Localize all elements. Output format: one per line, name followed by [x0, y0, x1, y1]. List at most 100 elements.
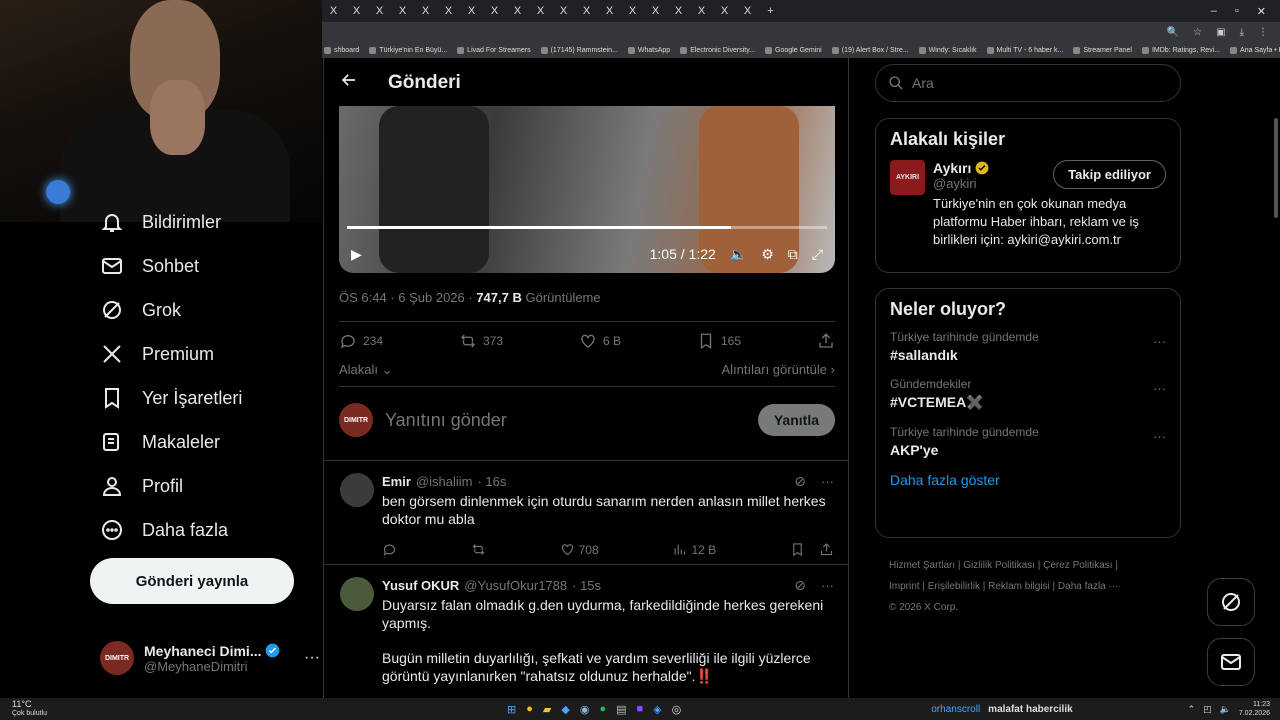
- app-icon[interactable]: ▤: [616, 703, 626, 716]
- following-button[interactable]: Takip ediliyor: [1053, 160, 1166, 189]
- reply-button[interactable]: 234: [339, 332, 383, 350]
- more-icon[interactable]: ···: [821, 474, 834, 489]
- bookmark-item[interactable]: (17145) Rammstein...: [540, 46, 618, 54]
- user-handle[interactable]: @aykiri: [933, 176, 989, 191]
- more-icon[interactable]: ···: [1153, 429, 1166, 444]
- related-dropdown[interactable]: Alakalı ⌄: [339, 362, 393, 378]
- reply-input[interactable]: Yanıtını gönder: [385, 410, 746, 431]
- menu-icon[interactable]: ⋮: [1258, 27, 1268, 38]
- window-control-button[interactable]: –: [1211, 5, 1217, 18]
- browser-tab[interactable]: X: [552, 5, 575, 17]
- app-icon[interactable]: ◈: [653, 703, 661, 716]
- sidebar-item-sohbet[interactable]: Sohbet: [90, 244, 320, 288]
- tweet-author-name[interactable]: Emir: [382, 474, 411, 489]
- browser-tab[interactable]: X: [322, 5, 345, 17]
- reply-submit-button[interactable]: Yanıtla: [757, 404, 835, 436]
- bookmark-item[interactable]: shboard: [324, 46, 359, 54]
- bookmark-item[interactable]: Türkiye'nin En Büyü...: [369, 46, 447, 54]
- zoom-icon[interactable]: 🔍: [1167, 27, 1179, 38]
- sidebar-item-makaleler[interactable]: Makaleler: [90, 420, 320, 464]
- post-button[interactable]: Gönderi yayınla: [90, 558, 294, 604]
- sidebar-item-bildirimler[interactable]: Bildirimler: [90, 200, 320, 244]
- sidebar-item-premium[interactable]: Premium: [90, 332, 320, 376]
- new-tab-icon[interactable]: +: [759, 5, 782, 17]
- weather-widget[interactable]: 11°C Çok bulutlu: [0, 700, 47, 718]
- folder-icon[interactable]: ▰: [543, 703, 551, 716]
- sidebar-item-daha-fazla[interactable]: Daha fazla: [90, 508, 320, 552]
- repost-button[interactable]: 373: [459, 332, 503, 350]
- bookmark-item[interactable]: (19) Alert Box / Stre...: [831, 46, 909, 54]
- browser-tab[interactable]: X: [575, 5, 598, 17]
- browser-tab[interactable]: X: [483, 5, 506, 17]
- pip-icon[interactable]: ⧉: [788, 246, 798, 263]
- browser-tab[interactable]: X: [598, 5, 621, 17]
- user-name[interactable]: Aykırı: [933, 160, 971, 176]
- extensions-icon[interactable]: ▣: [1216, 27, 1225, 38]
- browser-tab[interactable]: X: [690, 5, 713, 17]
- obs-icon[interactable]: ◎: [672, 703, 682, 716]
- browser-tab[interactable]: X: [644, 5, 667, 17]
- bookmark-item[interactable]: IMDb: Ratings, Revi...: [1141, 46, 1220, 54]
- steam-icon[interactable]: ◉: [580, 703, 590, 716]
- trend-item[interactable]: Gündemdekiler #VCTEMEA✖️ ···: [890, 377, 1166, 411]
- show-more-link[interactable]: Daha fazla göster: [890, 472, 1166, 488]
- more-icon[interactable]: ···: [1153, 334, 1166, 349]
- volume-icon[interactable]: 🔈: [730, 246, 747, 263]
- more-icon[interactable]: ···: [821, 578, 834, 593]
- browser-tab[interactable]: X: [460, 5, 483, 17]
- share-button[interactable]: [817, 332, 835, 350]
- views-button[interactable]: 12 B: [672, 542, 716, 557]
- grok-icon[interactable]: ⊘: [794, 577, 806, 594]
- browser-tab[interactable]: X: [437, 5, 460, 17]
- bookmark-item[interactable]: Streamer Panel: [1073, 46, 1132, 54]
- avatar[interactable]: AYKIRI: [890, 160, 925, 195]
- video-player[interactable]: ▶ 1:05 / 1:22 🔈 ⚙ ⧉ ⤢: [339, 106, 835, 273]
- like-button[interactable]: 708: [560, 542, 599, 557]
- sidebar-item-yer-i-şaretleri[interactable]: Yer İşaretleri: [90, 376, 320, 420]
- chrome-icon[interactable]: ●: [526, 703, 533, 716]
- like-button[interactable]: 6 B: [579, 332, 621, 350]
- bookmark-item[interactable]: Ana Sayfa • HBO Max: [1230, 46, 1280, 54]
- bookmark-item[interactable]: Livad For Streamers: [457, 46, 531, 54]
- footer-line[interactable]: Hizmet Şartları | Gizlilik Politikası | …: [889, 555, 1179, 576]
- grok-icon[interactable]: ⊘: [794, 473, 806, 490]
- bookmark-item[interactable]: Windy: Sıcaklık: [918, 46, 977, 54]
- tweet-author-handle[interactable]: @ishaliim: [416, 474, 473, 489]
- tweet-author-handle[interactable]: @YusufOkur1788: [464, 578, 567, 593]
- star-icon[interactable]: ☆: [1193, 27, 1202, 38]
- messages-fab-button[interactable]: [1207, 638, 1255, 686]
- trend-item[interactable]: Türkiye tarihinde gündemde #sallandık ···: [890, 330, 1166, 363]
- browser-tab[interactable]: X: [621, 5, 644, 17]
- bookmark-item[interactable]: Electronic Diversity...: [680, 46, 755, 54]
- more-icon[interactable]: ···: [304, 649, 320, 667]
- tray-icon[interactable]: ⌃: [1188, 704, 1196, 715]
- browser-tab[interactable]: X: [345, 5, 368, 17]
- browser-tab[interactable]: X: [529, 5, 552, 17]
- bookmark-button[interactable]: 165: [697, 332, 741, 350]
- browser-tab[interactable]: X: [414, 5, 437, 17]
- account-switcher[interactable]: DIMITR Meyhaneci Dimi... @MeyhaneDimitri…: [100, 636, 320, 680]
- avatar[interactable]: [340, 473, 374, 507]
- window-control-button[interactable]: ▫: [1235, 5, 1239, 18]
- sidebar-item-grok[interactable]: Grok: [90, 288, 320, 332]
- browser-tab[interactable]: X: [391, 5, 414, 17]
- volume-icon[interactable]: 🔈: [1220, 704, 1231, 715]
- browser-tab[interactable]: X: [713, 5, 736, 17]
- back-arrow-icon[interactable]: [340, 71, 358, 95]
- sidebar-item-profil[interactable]: Profil: [90, 464, 320, 508]
- reply-tweet[interactable]: Emir @ishaliim · 16s ⊘ ··· ben görsem di…: [324, 461, 848, 557]
- bookmark-icon[interactable]: [790, 542, 805, 557]
- clock[interactable]: 11:23 7.02.2026: [1239, 700, 1270, 718]
- scrollbar[interactable]: [1272, 58, 1280, 698]
- spotify-icon[interactable]: ●: [599, 703, 606, 716]
- search-input[interactable]: Ara: [875, 64, 1181, 102]
- reply-tweet[interactable]: Yusuf OKUR @YusufOkur1788 · 15s ⊘ ··· Du…: [324, 565, 848, 685]
- network-icon[interactable]: ◰: [1203, 704, 1212, 715]
- browser-tab[interactable]: X: [506, 5, 529, 17]
- share-icon[interactable]: [819, 542, 834, 557]
- more-icon[interactable]: ···: [1153, 381, 1166, 396]
- grok-fab-button[interactable]: [1207, 578, 1255, 626]
- bookmark-item[interactable]: Google Gemini: [765, 46, 822, 54]
- browser-tab[interactable]: X: [368, 5, 391, 17]
- start-icon[interactable]: ⊞: [507, 703, 516, 716]
